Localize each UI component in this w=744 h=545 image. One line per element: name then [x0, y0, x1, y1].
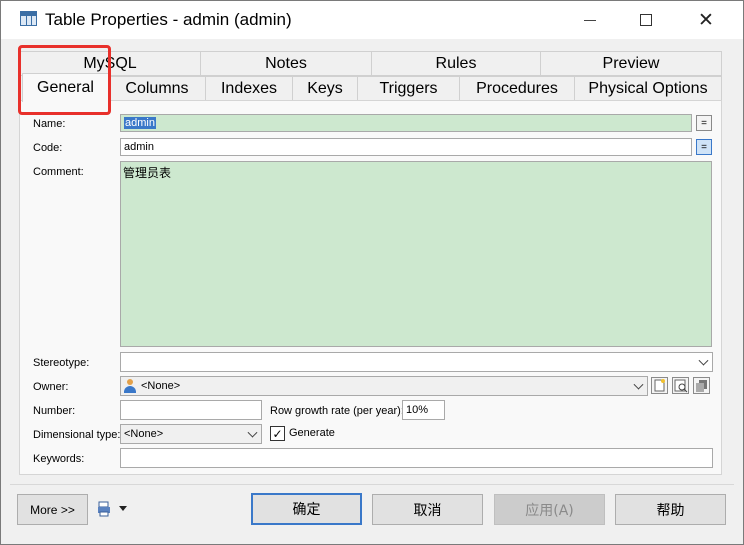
stereotype-select[interactable] [120, 352, 713, 372]
dimensional-type-select[interactable]: <None> [120, 424, 262, 444]
owner-new-button[interactable] [651, 377, 668, 394]
maximize-icon [640, 14, 652, 26]
name-code-sync-button[interactable]: = [696, 115, 712, 131]
tab-procedures[interactable]: Procedures [459, 76, 575, 101]
tab-label: Physical Options [588, 79, 708, 97]
row-growth-field[interactable]: 10% [402, 400, 445, 420]
equals-icon: = [701, 117, 707, 129]
tab-label: Triggers [379, 79, 438, 97]
tab-label: Indexes [220, 79, 278, 97]
print-icon[interactable] [97, 501, 111, 517]
help-button[interactable]: 帮助 [615, 494, 726, 525]
number-field[interactable] [120, 400, 262, 420]
chevron-down-icon [633, 379, 644, 390]
owner-select[interactable]: <None> [120, 376, 648, 396]
code-label: Code: [33, 142, 63, 154]
table-properties-window: Table Properties - admin (admin) ✕ MySQL… [0, 0, 744, 545]
stereotype-label: Stereotype: [33, 357, 90, 369]
select-icon [696, 380, 707, 392]
tab-rules[interactable]: Rules [371, 51, 541, 76]
close-button[interactable]: ✕ [683, 1, 729, 39]
minimize-button[interactable] [567, 1, 613, 39]
properties-icon [674, 379, 688, 393]
keywords-field[interactable] [120, 448, 713, 468]
equals-icon: = [701, 141, 707, 153]
tab-triggers[interactable]: Triggers [357, 76, 460, 101]
tab-columns[interactable]: Columns [108, 76, 206, 101]
owner-label: Owner: [33, 381, 69, 393]
code-sync-button[interactable]: = [696, 139, 712, 155]
apply-button[interactable]: 应用(A) [494, 494, 605, 525]
ok-button[interactable]: 确定 [251, 493, 362, 525]
tab-label: Procedures [476, 79, 558, 97]
owner-select-button[interactable] [693, 377, 710, 394]
close-icon: ✕ [698, 9, 714, 31]
tab-keys[interactable]: Keys [292, 76, 358, 101]
owner-properties-button[interactable] [672, 377, 689, 394]
row-growth-label: Row growth rate (per year): [270, 405, 404, 417]
tab-label: Preview [602, 54, 660, 72]
name-field[interactable]: admin [120, 114, 692, 132]
keywords-label: Keywords: [33, 453, 85, 465]
name-value: admin [124, 117, 156, 129]
name-label: Name: [33, 118, 66, 130]
row-growth-value: 10% [406, 404, 429, 416]
generate-label: Generate [289, 427, 335, 439]
table-icon [20, 11, 37, 26]
tab-physical-options[interactable]: Physical Options [574, 76, 722, 101]
cancel-button[interactable]: 取消 [372, 494, 483, 525]
tab-label: Rules [435, 54, 477, 72]
tab-label: Notes [265, 54, 307, 72]
title-bar: Table Properties - admin (admin) ✕ [1, 1, 743, 39]
code-field[interactable]: admin [120, 138, 692, 156]
owner-value: <None> [141, 380, 181, 392]
tab-label: Columns [125, 79, 189, 97]
tab-preview[interactable]: Preview [540, 51, 722, 76]
dimensional-type-label: Dimensional type: [33, 429, 121, 441]
chevron-down-icon [247, 427, 258, 438]
user-icon [124, 379, 136, 393]
generate-checkbox[interactable]: ✓ [270, 426, 285, 441]
code-value: admin [124, 141, 154, 153]
tab-label: Keys [307, 79, 343, 97]
minimize-icon [584, 19, 596, 21]
comment-textarea[interactable]: 管理员表 [120, 161, 712, 347]
chevron-down-icon [698, 355, 709, 366]
footer-separator [10, 484, 734, 485]
comment-label: Comment: [33, 166, 84, 178]
checkmark-icon: ✓ [272, 426, 283, 441]
tab-indexes[interactable]: Indexes [205, 76, 293, 101]
number-label: Number: [33, 405, 76, 417]
new-document-icon [654, 379, 665, 392]
dimensional-type-value: <None> [124, 428, 164, 440]
print-dropdown-arrow-icon[interactable] [119, 506, 127, 511]
window-title: Table Properties - admin (admin) [45, 10, 292, 29]
more-button[interactable]: More >> [17, 494, 88, 525]
maximize-button[interactable] [623, 1, 669, 39]
tab-notes[interactable]: Notes [200, 51, 372, 76]
annotation-highlight-box [18, 45, 111, 115]
